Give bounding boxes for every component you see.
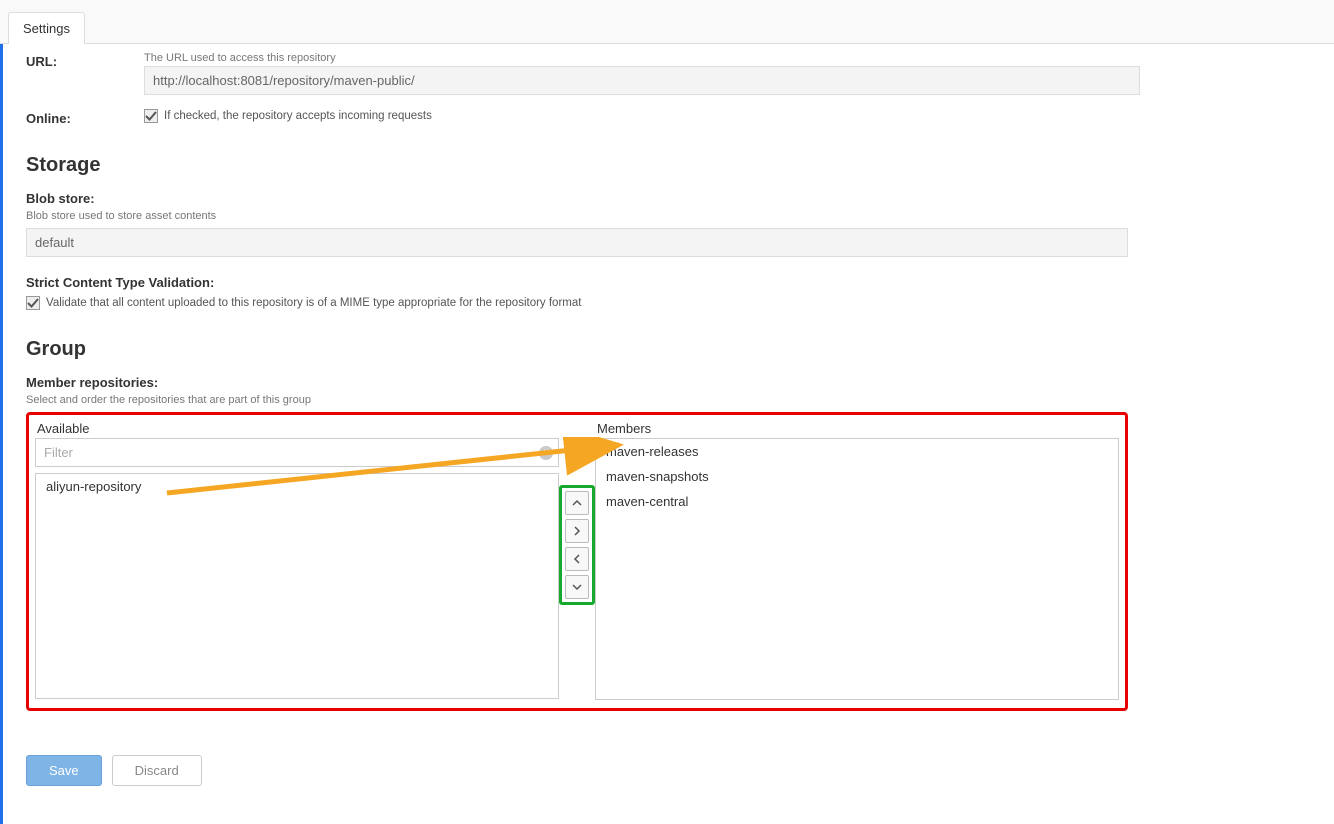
discard-button[interactable]: Discard xyxy=(112,755,202,786)
member-repos-hint: Select and order the repositories that a… xyxy=(26,394,1128,406)
available-listbox[interactable]: aliyun-repository xyxy=(35,473,559,699)
tab-settings[interactable]: Settings xyxy=(8,12,85,44)
members-panel: Members maven-releasesmaven-snapshotsmav… xyxy=(595,421,1119,700)
clear-filter-icon[interactable]: × xyxy=(539,446,553,460)
add-to-members-button[interactable] xyxy=(565,519,589,543)
online-label: Online: xyxy=(26,109,144,126)
strict-label: Strict Content Type Validation: xyxy=(26,275,1128,290)
list-item[interactable]: maven-releases xyxy=(596,439,1118,464)
url-input xyxy=(144,66,1140,95)
blob-store-input xyxy=(26,228,1128,257)
online-checkbox[interactable] xyxy=(144,109,158,123)
available-filter-input[interactable] xyxy=(35,438,559,467)
chevron-right-icon xyxy=(572,526,582,536)
available-title: Available xyxy=(35,421,559,436)
blob-store-hint: Blob store used to store asset contents xyxy=(26,210,1128,222)
members-listbox[interactable]: maven-releasesmaven-snapshotsmaven-centr… xyxy=(595,438,1119,700)
member-repos-label: Member repositories: xyxy=(26,375,1128,390)
available-panel: Available × aliyun-repository xyxy=(35,421,559,700)
url-label: URL: xyxy=(26,52,144,69)
url-hint: The URL used to access this repository xyxy=(144,52,1140,64)
chevron-down-icon xyxy=(572,582,582,592)
chevron-up-icon xyxy=(572,498,582,508)
move-up-button[interactable] xyxy=(565,491,589,515)
move-down-button[interactable] xyxy=(565,575,589,599)
blob-store-label: Blob store: xyxy=(26,191,1128,206)
strict-checkbox[interactable] xyxy=(26,296,40,310)
top-bar: Settings xyxy=(0,0,1334,44)
form-buttons: Save Discard xyxy=(26,755,1300,786)
online-field-row: Online: If checked, the repository accep… xyxy=(26,109,1300,126)
content: URL: The URL used to access this reposit… xyxy=(0,52,1300,806)
group-box: Available × aliyun-repository xyxy=(26,412,1128,711)
remove-from-members-button[interactable] xyxy=(565,547,589,571)
online-hint: If checked, the repository accepts incom… xyxy=(164,110,432,122)
transfer-controls xyxy=(559,485,595,605)
list-item[interactable]: maven-central xyxy=(596,489,1118,514)
list-item[interactable]: aliyun-repository xyxy=(36,474,558,499)
check-icon xyxy=(27,297,39,309)
strict-hint: Validate that all content uploaded to th… xyxy=(46,297,581,309)
save-button[interactable]: Save xyxy=(26,755,102,786)
storage-heading: Storage xyxy=(26,154,1300,177)
group-heading: Group xyxy=(26,338,1300,361)
chevron-left-icon xyxy=(572,554,582,564)
list-item[interactable]: maven-snapshots xyxy=(596,464,1118,489)
check-icon xyxy=(145,110,157,122)
url-field-row: URL: The URL used to access this reposit… xyxy=(26,52,1300,95)
members-title: Members xyxy=(595,421,1119,436)
